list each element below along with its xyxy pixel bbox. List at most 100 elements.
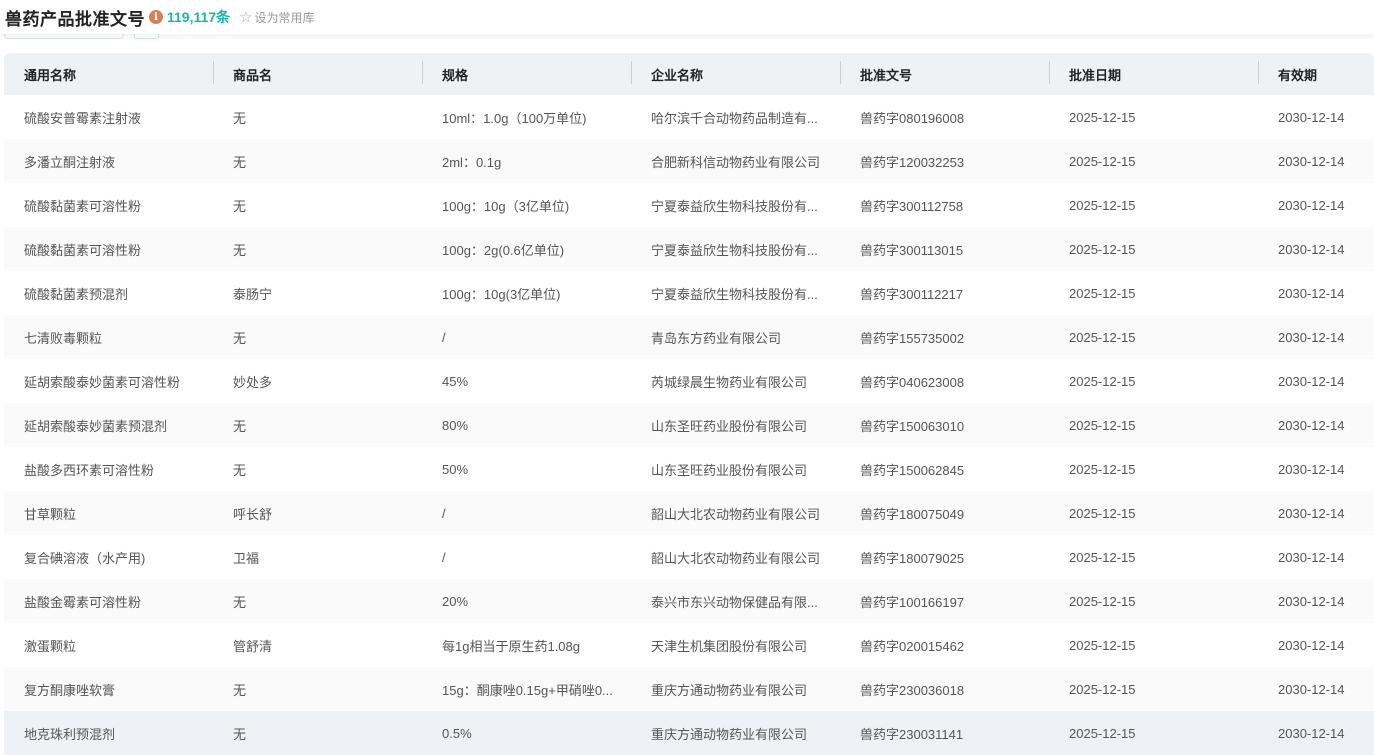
table-cell: 0.5% bbox=[442, 725, 472, 741]
table-cell: 妙处多 bbox=[233, 374, 273, 390]
info-icon[interactable]: i bbox=[149, 10, 163, 24]
table-cell: 硫酸黏菌素可溶性粉 bbox=[24, 198, 142, 214]
page-header: 兽药产品批准文号 i 119,117条 ☆ 设为常用库 bbox=[0, 0, 1374, 34]
table-cell: 兽药字020015462 bbox=[860, 638, 965, 654]
table-cell: 2025-12-15 bbox=[1069, 461, 1136, 477]
table-cell: / bbox=[442, 549, 446, 565]
table-cell: 2030-12-14 bbox=[1278, 329, 1345, 345]
table-cell: 2025-12-15 bbox=[1069, 637, 1136, 653]
table-cell: 重庆方通动物药业有限公司 bbox=[651, 682, 808, 698]
table-cell: 100g：10g（3亿单位) bbox=[442, 198, 570, 214]
table-row[interactable]: 地克珠利预混剂无 0.5% 重庆方通动物药业有限公司 兽药字230031141 2025… bbox=[4, 711, 1374, 755]
table-cell: 复方酮康唑软膏 bbox=[24, 682, 116, 698]
table-cell: 宁夏泰益欣生物科技股份有... bbox=[651, 242, 818, 258]
table-cell: 兽药字180075049 bbox=[860, 506, 965, 522]
column-header[interactable]: 企业名称 bbox=[631, 60, 840, 84]
table-cell: 兽药字100166197 bbox=[860, 594, 965, 610]
column-header[interactable]: 批准文号 bbox=[840, 60, 1049, 84]
table-cell: 无 bbox=[233, 330, 247, 346]
table-cell: 泰兴市东兴动物保健品有限... bbox=[651, 594, 818, 610]
table-cell: 宁夏泰益欣生物科技股份有... bbox=[651, 286, 818, 302]
table-row[interactable]: 激蛋颗粒 管舒清 每1g相当于原生药1.08g 天津生机集团股份有限公司 兽药字0200… bbox=[4, 623, 1374, 667]
table-row[interactable]: 硫酸黏菌素可溶性粉 无 100g：10g（3亿单位) 宁夏泰益欣生物科技股份有... 兽… bbox=[4, 183, 1374, 227]
table-cell: 2030-12-14 bbox=[1278, 197, 1345, 213]
table-cell: 韶山大北农动物药业有限公司 bbox=[651, 550, 821, 566]
table-row[interactable]: 七清败毒颗粒 无 / 青岛东方药业有限公司 兽药字155735002 2025-12-15… bbox=[4, 315, 1374, 359]
table-cell: 甘草颗粒 bbox=[24, 506, 77, 522]
table-cell: 硫酸黏菌素预混剂 bbox=[24, 286, 129, 302]
table-row[interactable]: 甘草颗粒 呼长舒 / 韶山大北农动物药业有限公司 兽药字180075049 2025-12… bbox=[4, 491, 1374, 535]
table-body: 硫酸安普霉素注射液无 10ml：1.0g（100万单位) 哈尔滨千合动物药品制造有.… bbox=[4, 95, 1374, 755]
column-header[interactable]: 商品名 bbox=[213, 60, 422, 84]
table-cell: 2025-12-15 bbox=[1069, 549, 1136, 565]
column-header[interactable]: 通用名称 bbox=[4, 65, 213, 84]
table-cell: / bbox=[442, 329, 446, 345]
table-cell: 2030-12-14 bbox=[1278, 505, 1345, 521]
table-row[interactable]: 延胡索酸泰妙菌素预混剂 无 80% 山东圣旺药业股份有限公司 兽药字150063010 2… bbox=[4, 403, 1374, 447]
table-row[interactable]: 硫酸黏菌素预混剂 泰肠宁 100g：10g(3亿单位) 宁夏泰益欣生物科技股份有...… bbox=[4, 271, 1374, 315]
table-cell: 10ml：1.0g（100万单位) bbox=[442, 110, 587, 126]
table-cell: 2030-12-14 bbox=[1278, 373, 1345, 389]
table-cell: 100g：10g(3亿单位) bbox=[442, 286, 561, 302]
record-count: 119,117条 bbox=[167, 9, 231, 25]
page-title: 兽药产品批准文号 bbox=[5, 9, 145, 29]
table-cell: 2030-12-14 bbox=[1278, 725, 1345, 741]
table-cell: 合肥新科信动物药业有限公司 bbox=[651, 154, 821, 170]
table-cell: 2ml：0.1g bbox=[442, 154, 502, 170]
table-cell: 盐酸多西环素可溶性粉 bbox=[24, 462, 155, 478]
table-row[interactable]: 复合碘溶液（水产用) 卫福 / 韶山大北农动物药业有限公司 兽药字180079025 20… bbox=[4, 535, 1374, 579]
table-row[interactable]: 多潘立酮注射液 无 2ml：0.1g 合肥新科信动物药业有限公司 兽药字12003225… bbox=[4, 139, 1374, 183]
column-header[interactable]: 规格 bbox=[422, 60, 631, 84]
table-cell: 山东圣旺药业股份有限公司 bbox=[651, 418, 808, 434]
table-cell: 无 bbox=[233, 198, 247, 214]
star-icon[interactable]: ☆ bbox=[239, 8, 252, 26]
table-cell: 80% bbox=[442, 417, 469, 433]
table-cell: 兽药字300113015 bbox=[860, 242, 964, 258]
table-row[interactable]: 盐酸多西环素可溶性粉 无 50% 山东圣旺药业股份有限公司 兽药字150062845 20… bbox=[4, 447, 1374, 491]
table-cell: 青岛东方药业有限公司 bbox=[651, 330, 782, 346]
table-cell: 2030-12-14 bbox=[1278, 549, 1345, 565]
table-cell: 2030-12-14 bbox=[1278, 109, 1345, 125]
table-cell: 复合碘溶液（水产用) bbox=[24, 550, 146, 566]
table-row[interactable]: 复方酮康唑软膏 无 15g：酮康唑0.15g+甲硝唑0... 重庆方通动物药业有限公司… bbox=[4, 667, 1374, 711]
table-cell: 无 bbox=[233, 462, 247, 478]
table-row[interactable]: 硫酸安普霉素注射液 无 10ml：1.0g（100万单位) 哈尔滨千合动物药品制造有.… bbox=[4, 95, 1374, 139]
table-cell: 每1g相当于原生药1.08g bbox=[442, 638, 580, 654]
table-cell: 泰肠宁 bbox=[233, 286, 273, 302]
table-cell: 2025-12-15 bbox=[1069, 285, 1136, 301]
table-cell: 2025-12-15 bbox=[1069, 373, 1136, 389]
table-cell: 无 bbox=[233, 418, 247, 434]
table-cell: 2025-12-15 bbox=[1069, 197, 1136, 213]
table-cell: 管舒清 bbox=[233, 638, 273, 654]
table-cell: 无 bbox=[233, 110, 247, 126]
table-cell: 无 bbox=[233, 594, 247, 610]
table-cell: 2025-12-15 bbox=[1069, 725, 1136, 741]
table-cell: 2030-12-14 bbox=[1278, 461, 1345, 477]
table-cell: 兽药字300112217 bbox=[860, 286, 964, 302]
table-cell: 芮城绿晨生物药业有限公司 bbox=[651, 374, 808, 390]
table-row[interactable]: 硫酸黏菌素可溶性粉 无 100g：2g(0.6亿单位) 宁夏泰益欣生物科技股份有...… bbox=[4, 227, 1374, 271]
table-cell: 宁夏泰益欣生物科技股份有... bbox=[651, 198, 818, 214]
table-cell: 多潘立酮注射液 bbox=[24, 154, 116, 170]
table-cell: / bbox=[442, 505, 446, 521]
table-cell: 兽药字230036018 bbox=[860, 682, 965, 698]
data-table: 通用名称 商品名 规格 企业名称 批准文号 批准日期 有效期 硫酸安普霉素注射液无 10ml：… bbox=[4, 53, 1374, 755]
column-header[interactable]: 批准日期 bbox=[1049, 60, 1258, 84]
table-cell: 盐酸金霉素可溶性粉 bbox=[24, 594, 142, 610]
column-header[interactable]: 有效期 bbox=[1258, 60, 1374, 84]
set-favorite-button[interactable]: 设为常用库 bbox=[255, 9, 315, 26]
table-row[interactable]: 盐酸金霉素可溶性粉 无 20% 泰兴市东兴动物保健品有限... 兽药字100166197… bbox=[4, 579, 1374, 623]
table-cell: 2030-12-14 bbox=[1278, 285, 1345, 301]
table-cell: 哈尔滨千合动物药品制造有... bbox=[651, 110, 818, 126]
table-cell: 无 bbox=[233, 154, 247, 170]
table-cell: 兽药字040623008 bbox=[860, 374, 965, 390]
table-cell: 45% bbox=[442, 373, 469, 389]
table-cell: 2030-12-14 bbox=[1278, 681, 1345, 697]
table-cell: 山东圣旺药业股份有限公司 bbox=[651, 462, 808, 478]
table-cell: 2030-12-14 bbox=[1278, 153, 1345, 169]
table-cell: 2030-12-14 bbox=[1278, 593, 1345, 609]
table-cell: 呼长舒 bbox=[233, 506, 273, 522]
table-cell: 兽药字150063010 bbox=[860, 418, 965, 434]
table-cell: 兽药字080196008 bbox=[860, 110, 965, 126]
table-row[interactable]: 延胡索酸泰妙菌素可溶性粉 妙处多 45% 芮城绿晨生物药业有限公司 兽药字0406230… bbox=[4, 359, 1374, 403]
